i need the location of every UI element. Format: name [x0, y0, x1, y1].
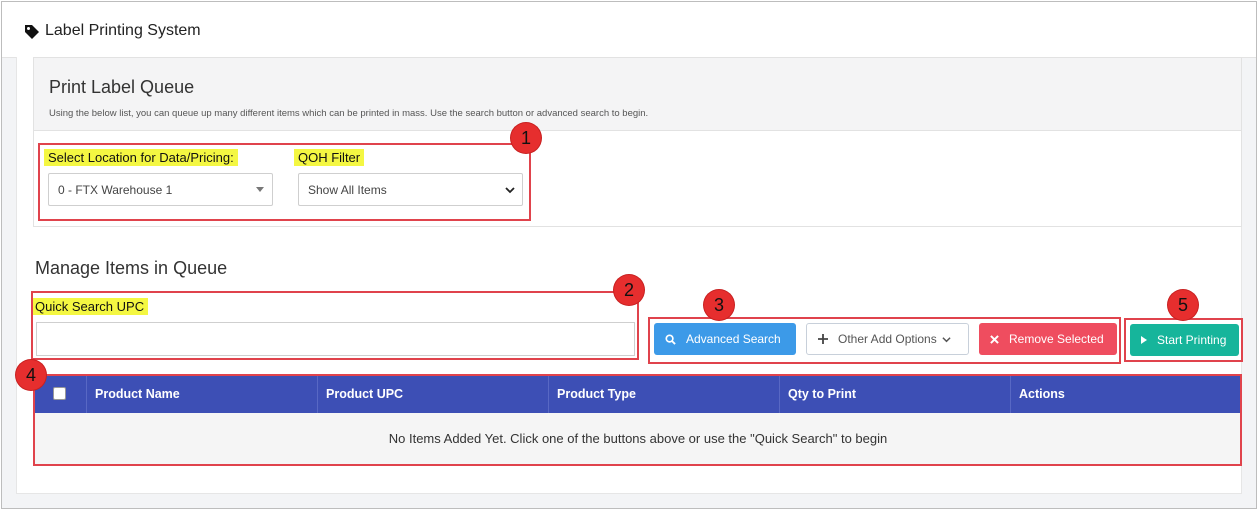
callout-box-4: [33, 374, 1242, 466]
callout-badge-3: 3: [704, 290, 734, 320]
callout-badge-2: 2: [614, 275, 644, 305]
callout-badge-4: 4: [16, 360, 46, 390]
callout-badge-1: 1: [511, 123, 541, 153]
manage-items-title: Manage Items in Queue: [35, 258, 228, 278]
callout-box-2: [31, 291, 639, 360]
app-title: Label Printing System: [45, 22, 201, 39]
callout-badge-5: 5: [1168, 290, 1198, 320]
callout-box-1: [38, 143, 531, 221]
callout-box-5: [1124, 318, 1243, 362]
callout-box-3: [648, 317, 1121, 364]
queue-header: Print Label Queue Using the below list, …: [34, 58, 1241, 131]
tag-icon: [25, 25, 39, 39]
queue-title: Print Label Queue: [49, 77, 195, 97]
queue-description: Using the below list, you can queue up m…: [49, 108, 649, 119]
top-bar: Label Printing System: [2, 2, 1256, 58]
